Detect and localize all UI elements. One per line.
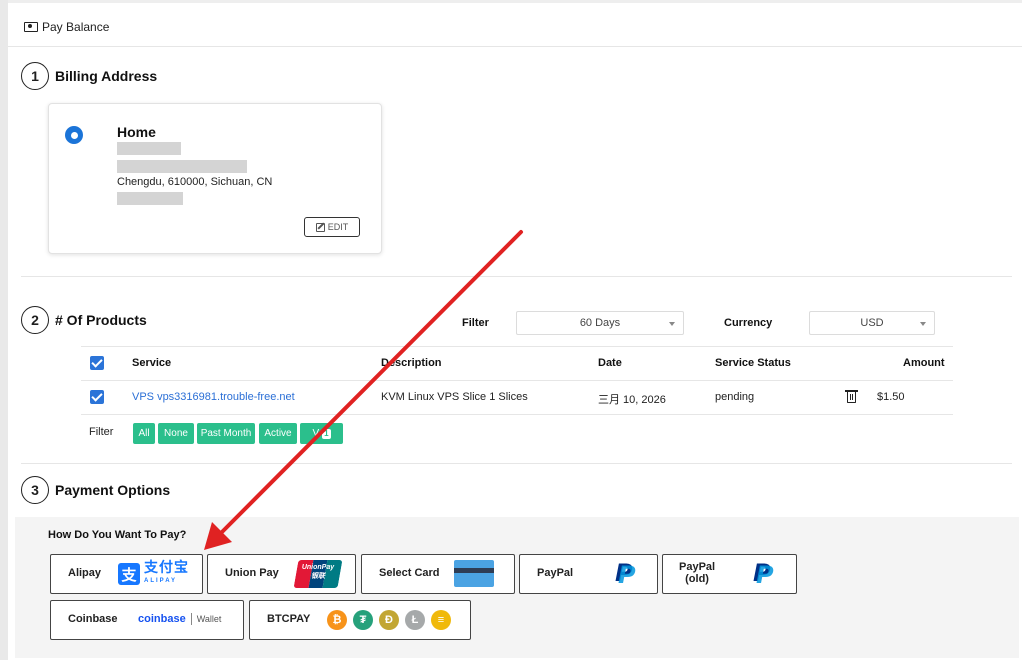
paypal-icon: P P bbox=[753, 559, 774, 589]
section-title: Payment Options bbox=[55, 482, 171, 498]
pay-option-label: Select Card bbox=[379, 567, 440, 579]
col-header-status: Service Status bbox=[715, 357, 791, 369]
pay-coinbase-button[interactable]: Coinbase coinbase Wallet bbox=[50, 600, 244, 640]
table-header-border bbox=[81, 380, 953, 381]
section-products-heading: 2 # Of Products bbox=[21, 306, 147, 334]
table-top-border bbox=[81, 346, 953, 347]
service-link[interactable]: VPS vps3316981.trouble-free.net bbox=[132, 391, 295, 403]
redacted-line bbox=[117, 192, 183, 205]
coinbase-logo: coinbase Wallet bbox=[138, 613, 221, 625]
filter-label: Filter bbox=[462, 317, 489, 329]
alipay-logo: 支 支付宝 ALIPAY bbox=[118, 559, 189, 587]
dogecoin-icon: Ð bbox=[379, 610, 399, 630]
address-name: Home bbox=[117, 124, 156, 140]
money-icon bbox=[24, 22, 38, 32]
busd-icon: ≡ bbox=[431, 610, 451, 630]
currency-select[interactable]: USD bbox=[809, 311, 935, 335]
pay-paypal-button[interactable]: PayPal P P bbox=[519, 554, 658, 594]
pay-alipay-button[interactable]: Alipay 支 支付宝 ALIPAY bbox=[50, 554, 203, 594]
redacted-line bbox=[117, 160, 247, 173]
currency-label: Currency bbox=[724, 317, 773, 329]
page: Pay Balance 1 Billing Address Home Cheng… bbox=[0, 0, 1022, 660]
edit-icon bbox=[315, 222, 325, 232]
select-all-checkbox[interactable] bbox=[90, 356, 104, 370]
edit-label: EDIT bbox=[327, 222, 349, 232]
period-value: 60 Days bbox=[579, 317, 621, 329]
pay-btcpay-button[interactable]: BTCPAY ₿ ₮ Ð Ł ≡ bbox=[249, 600, 471, 640]
currency-value: USD bbox=[860, 317, 884, 329]
section-divider bbox=[21, 463, 1012, 464]
col-header-date: Date bbox=[598, 357, 622, 369]
tether-icon: ₮ bbox=[353, 610, 373, 630]
pay-option-label: Alipay bbox=[68, 567, 102, 579]
pay-card-button[interactable]: Select Card bbox=[361, 554, 515, 594]
header-divider bbox=[8, 46, 1022, 47]
pay-unionpay-button[interactable]: Union Pay UnionPay 银联 bbox=[207, 554, 356, 594]
section-billing-heading: 1 Billing Address bbox=[21, 62, 157, 90]
row-description: KVM Linux VPS Slice 1 Slices bbox=[381, 391, 528, 403]
redacted-line bbox=[117, 142, 181, 155]
filter-chip-active[interactable]: Active bbox=[259, 423, 297, 444]
col-header-description: Description bbox=[381, 357, 442, 369]
page-header: Pay Balance bbox=[24, 19, 109, 35]
row-amount: $1.50 bbox=[877, 391, 905, 403]
row-date: 三月 10, 2026 bbox=[598, 394, 666, 406]
filter-chip-none[interactable]: None bbox=[158, 423, 194, 444]
section-title: Billing Address bbox=[55, 68, 158, 84]
coinbase-logo-sub: Wallet bbox=[196, 614, 222, 624]
filter-chip-past-month[interactable]: Past Month bbox=[197, 423, 255, 444]
top-edge bbox=[8, 0, 1022, 3]
bitcoin-icon: ₿ bbox=[327, 610, 347, 630]
row-checkbox[interactable] bbox=[90, 390, 104, 404]
chip-count-badge: 1 bbox=[322, 428, 331, 439]
section-payment-heading: 3 Payment Options bbox=[21, 476, 170, 504]
row-filter-label: Filter bbox=[89, 426, 114, 438]
pay-paypal-old-button[interactable]: PayPal (old) P P bbox=[662, 554, 797, 594]
pay-option-label: Coinbase bbox=[68, 613, 118, 625]
address-card[interactable]: Home Chengdu, 610000, Sichuan, CN EDIT bbox=[48, 103, 382, 254]
arrow-shaft bbox=[220, 230, 523, 534]
section-title: # Of Products bbox=[55, 312, 147, 328]
step-number: 3 bbox=[21, 476, 49, 504]
table-row-border bbox=[81, 414, 953, 415]
alipay-logo-en: ALIPAY bbox=[144, 578, 178, 584]
page-title: Pay Balance bbox=[42, 20, 110, 34]
coinbase-logo-text: coinbase bbox=[138, 613, 186, 625]
credit-card-icon bbox=[454, 560, 494, 587]
pay-option-label: BTCPAY bbox=[267, 613, 311, 625]
chip-label: V bbox=[312, 428, 320, 439]
unionpay-logo-cn: 银联 bbox=[311, 573, 325, 580]
edit-address-button[interactable]: EDIT bbox=[304, 217, 360, 237]
col-header-service: Service bbox=[132, 357, 172, 369]
row-status: pending bbox=[715, 391, 755, 403]
litecoin-icon: Ł bbox=[405, 610, 425, 630]
step-number: 2 bbox=[21, 306, 49, 334]
address-city-line: Chengdu, 610000, Sichuan, CN bbox=[117, 176, 273, 188]
section-divider bbox=[21, 276, 1012, 277]
col-header-amount: Amount bbox=[903, 357, 945, 369]
pay-option-sublabel: (old) bbox=[685, 573, 709, 585]
trash-icon[interactable] bbox=[845, 390, 858, 403]
unionpay-logo-text: UnionPay bbox=[301, 564, 335, 571]
alipay-logo-cn: 支付宝 bbox=[144, 559, 189, 575]
chevron-down-icon bbox=[920, 322, 926, 326]
payment-question: How Do You Want To Pay? bbox=[48, 529, 187, 541]
alipay-icon: 支 bbox=[118, 563, 140, 585]
paypal-icon: P P bbox=[615, 559, 636, 589]
address-radio[interactable] bbox=[65, 126, 83, 144]
filter-chip-all[interactable]: All bbox=[133, 423, 155, 444]
left-edge bbox=[0, 0, 8, 660]
pay-option-label: PayPal bbox=[679, 561, 716, 573]
period-select[interactable]: 60 Days bbox=[516, 311, 684, 335]
chevron-down-icon bbox=[669, 322, 675, 326]
filter-chip-vps[interactable]: V 1 bbox=[300, 423, 343, 444]
step-number: 1 bbox=[21, 62, 49, 90]
pay-option-label: Union Pay bbox=[225, 567, 279, 579]
pay-option-label: PayPal bbox=[537, 567, 574, 579]
